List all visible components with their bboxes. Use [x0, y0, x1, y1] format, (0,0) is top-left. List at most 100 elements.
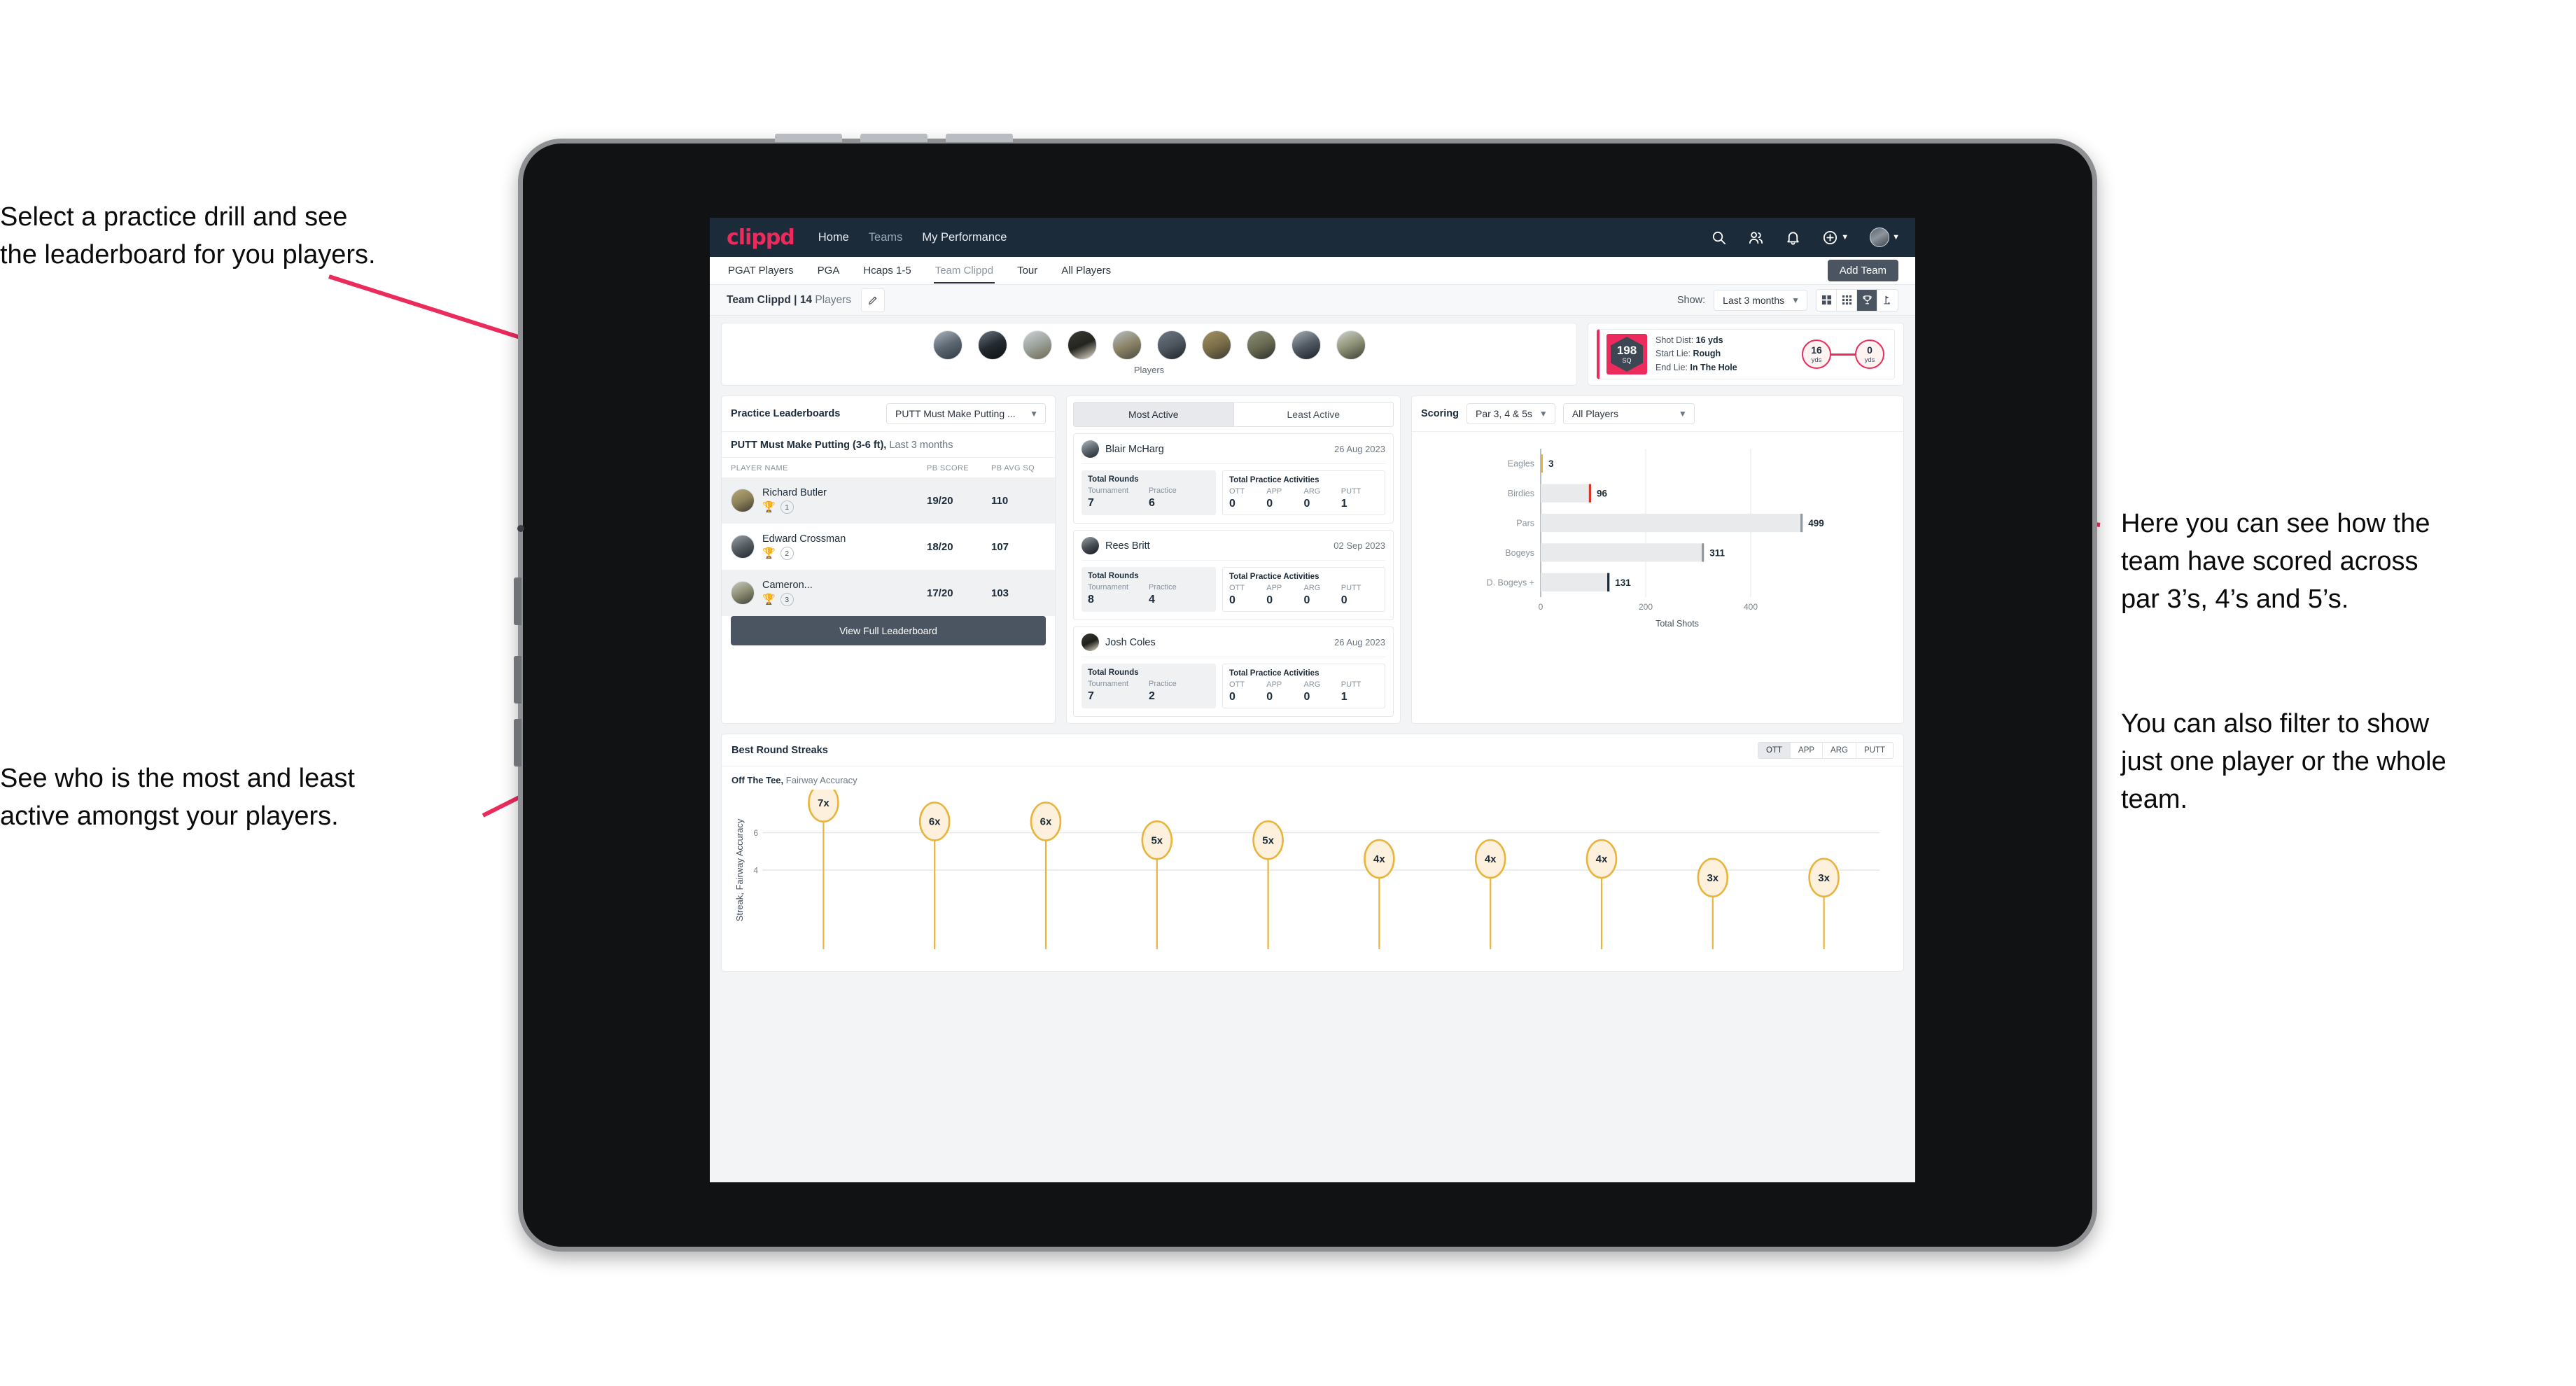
middle-row: Practice Leaderboards PUTT Must Make Put…: [721, 396, 1904, 724]
annotation-practice-drill: Select a practice drill and see the lead…: [0, 202, 376, 270]
pb-score: 18/20: [927, 540, 953, 553]
total-practice-box: Total Practice Activities OTT 0 APP 0 ARG 0…: [1222, 470, 1385, 515]
drill-name: PUTT Must Make Putting (3-6 ft),: [731, 440, 887, 451]
total-rounds-values: Tournament 7 Practice 2: [1088, 680, 1210, 703]
pb-avg-sq: 103: [991, 587, 1009, 599]
device-button-power: [946, 134, 1013, 142]
nav-home[interactable]: Home: [818, 231, 849, 244]
show-range-select[interactable]: Last 3 months ▼: [1714, 289, 1807, 311]
list-item[interactable]: Rees Britt 02 Sep 2023 Total Rounds Tour…: [1073, 530, 1394, 620]
avatar[interactable]: [977, 330, 1007, 360]
tab-team-clippd[interactable]: Team Clippd: [933, 258, 995, 284]
avatar[interactable]: [1112, 330, 1142, 360]
tab-hcaps-1-5[interactable]: Hcaps 1-5: [862, 258, 912, 283]
table-row[interactable]: Cameron... 🏆 3 17/20 103: [722, 570, 1055, 616]
view-full-leaderboard-button[interactable]: View Full Leaderboard: [731, 616, 1046, 645]
segment-ott[interactable]: OTT: [1758, 743, 1791, 758]
tab-tour[interactable]: Tour: [1016, 258, 1039, 283]
players-strip-card: Players: [721, 323, 1577, 386]
flag-icon[interactable]: [1877, 290, 1898, 311]
bell-icon[interactable]: [1785, 230, 1801, 246]
annotation-most-least-active: See who is the most and least active amo…: [0, 764, 355, 831]
profile-menu[interactable]: ▼: [1870, 227, 1900, 247]
activity-stats: Total Rounds Tournament 7 Practice 2 Total…: [1082, 664, 1385, 708]
trophy-icon: 🏆: [762, 547, 776, 559]
team-tabs: PGAT Players PGA Hcaps 1-5 Team Clippd T…: [710, 257, 1915, 285]
stat-value: 1: [1340, 498, 1348, 510]
device-camera: [517, 525, 524, 532]
tab-pga[interactable]: PGA: [816, 258, 841, 283]
svg-text:6x: 6x: [929, 816, 941, 828]
stat-label: ARG: [1303, 487, 1321, 496]
column-pb-score: PB SCORE: [927, 464, 969, 472]
search-icon[interactable]: [1711, 230, 1727, 246]
stat-value: 0: [1229, 691, 1236, 703]
table-row[interactable]: Edward Crossman 🏆 2 18/20 107: [722, 524, 1055, 570]
tab-all-players[interactable]: All Players: [1060, 258, 1112, 283]
nav-my-performance[interactable]: My Performance: [922, 231, 1007, 244]
avatar[interactable]: [1291, 330, 1321, 360]
activity-date: 26 Aug 2023: [1334, 444, 1385, 454]
activity-date: 26 Aug 2023: [1334, 637, 1385, 648]
avatar[interactable]: [1201, 330, 1231, 360]
stat-label: Tournament: [1088, 486, 1129, 495]
team-name: Team Clippd: [727, 293, 791, 306]
avatar: [731, 581, 755, 605]
avatar[interactable]: [1022, 330, 1052, 360]
leaderboard-column-headers: PLAYER NAME PB SCORE PB AVG SQ: [722, 458, 1055, 477]
clippd-logo[interactable]: clippd: [727, 225, 795, 250]
show-label: Show:: [1676, 294, 1706, 306]
drill-select[interactable]: PUTT Must Make Putting ... ▼: [886, 403, 1046, 424]
tab-least-active[interactable]: Least Active: [1233, 402, 1394, 427]
avatar[interactable]: [1246, 330, 1276, 360]
chevron-down-icon: ▼: [1791, 295, 1800, 305]
stat-label: PUTT: [1340, 584, 1362, 592]
rank-badges: 🏆 2: [762, 547, 927, 560]
scoring-header: Scoring Par 3, 4 & 5s ▼ All Players ▼: [1412, 396, 1903, 432]
stat-label: PUTT: [1340, 487, 1362, 496]
grid-large-icon[interactable]: [1816, 289, 1837, 311]
stat-putt: PUTT 1: [1341, 680, 1378, 704]
shot-detail-lines: Shot Dist: 16 yds Start Lie: Rough End L…: [1656, 334, 1737, 374]
segment-arg[interactable]: ARG: [1823, 743, 1856, 758]
stat-value: 7: [1088, 690, 1094, 702]
avatar[interactable]: [1067, 330, 1097, 360]
stat-value: 0: [1340, 594, 1348, 606]
activity-card-header: Josh Coles 26 Aug 2023: [1082, 634, 1385, 657]
trophy-icon[interactable]: [1857, 289, 1877, 311]
svg-text:7x: 7x: [818, 797, 830, 809]
svg-text:4x: 4x: [1373, 853, 1385, 865]
segment-putt[interactable]: PUTT: [1856, 743, 1893, 758]
rank-pill: 3: [780, 593, 794, 606]
table-row[interactable]: Richard Butler 🏆 1 19/20 110: [722, 477, 1055, 524]
chevron-down-icon: ▼: [1892, 233, 1900, 241]
list-item[interactable]: Blair McHarg 26 Aug 2023 Total Rounds To…: [1073, 433, 1394, 524]
par-select[interactable]: Par 3, 4 & 5s ▼: [1466, 403, 1555, 424]
svg-text:3: 3: [1548, 458, 1554, 469]
avatar[interactable]: [1156, 330, 1186, 360]
player-name: Josh Coles: [1105, 636, 1156, 648]
edit-team-button[interactable]: [861, 288, 886, 312]
hexagon-icon: 198 SQ: [1611, 337, 1643, 372]
player-cell: Cameron... 🏆 3: [762, 580, 927, 606]
add-menu[interactable]: ▼: [1822, 230, 1849, 246]
avatar[interactable]: [1336, 330, 1366, 360]
tab-most-active[interactable]: Most Active: [1073, 402, 1233, 427]
team-summary: Team Clippd | 14 Players: [727, 294, 851, 307]
nav-teams[interactable]: Teams: [869, 231, 903, 244]
add-team-button[interactable]: Add Team: [1827, 260, 1898, 281]
grid-small-icon[interactable]: [1837, 289, 1857, 311]
stat-label: OTT: [1229, 680, 1245, 689]
list-item[interactable]: Josh Coles 26 Aug 2023 Total Rounds Tour…: [1073, 626, 1394, 717]
tab-pgat-players[interactable]: PGAT Players: [727, 258, 795, 283]
stat-label: ARG: [1303, 680, 1321, 689]
player-filter-select[interactable]: All Players ▼: [1562, 403, 1695, 424]
activity-stats: Total Rounds Tournament 8 Practice 4 Total…: [1082, 567, 1385, 612]
people-icon[interactable]: [1748, 230, 1764, 246]
total-practice-title: Total Practice Activities: [1229, 476, 1320, 484]
avatar[interactable]: [932, 330, 962, 360]
total-practice-box: Total Practice Activities OTT 0 APP 0 ARG 0…: [1222, 664, 1385, 708]
scoring-bar-chart: 0 200 400 Eagles 3 Birdies 96 Pars 499 Bogeys 311 D…: [1487, 449, 1824, 629]
segment-app[interactable]: APP: [1791, 743, 1823, 758]
svg-text:96: 96: [1597, 489, 1608, 499]
